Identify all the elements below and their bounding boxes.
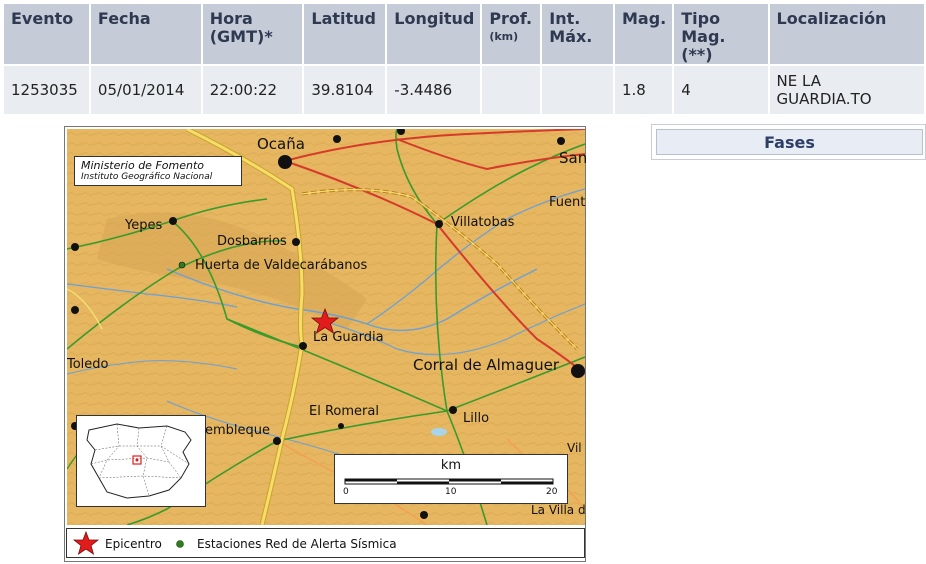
place-san: San	[559, 149, 588, 167]
place-huerta: Huerta de Valdecarábanos	[195, 258, 368, 273]
place-villatobas: Villatobas	[451, 215, 515, 230]
header-longitud: Longitud	[387, 4, 481, 64]
place-lillo: Lillo	[463, 411, 490, 426]
scale-tick-20: 20	[546, 487, 558, 497]
header-fecha: Fecha	[90, 4, 201, 64]
place-dosbarrios: Dosbarrios	[217, 234, 287, 249]
cell-int-max	[542, 66, 613, 114]
spain-inset-map	[76, 415, 206, 507]
header-localizacion: Localización	[769, 4, 924, 64]
place-toledo: Toledo	[67, 357, 109, 372]
event-table: Evento Fecha Hora (GMT)* Latitud Longitud…	[2, 2, 926, 116]
header-tipo-mag: Tipo Mag. (**)	[674, 4, 768, 64]
town-dot-ocana	[278, 155, 292, 169]
map-credit-box: Ministerio de Fomento Instituto Geográfi…	[74, 156, 242, 186]
header-evento: Evento	[4, 4, 89, 64]
scale-tick-10: 10	[445, 487, 457, 497]
table-header-row: Evento Fecha Hora (GMT)* Latitud Longitud…	[4, 4, 924, 64]
place-ocana: Ocaña	[257, 135, 305, 153]
cell-evento: 1253035	[4, 66, 89, 114]
fases-button[interactable]: Fases	[656, 129, 923, 155]
place-vil: Vil	[567, 441, 582, 455]
place-corral: Corral de Almaguer	[413, 356, 560, 374]
cell-latitud: 39.8104	[304, 66, 386, 114]
header-prof: Prof. (km)	[482, 4, 541, 64]
place-yepes: Yepes	[125, 218, 163, 233]
cell-tipo-mag: 4	[674, 66, 768, 114]
cell-fecha: 05/01/2014	[90, 66, 201, 114]
place-la-villa: La Villa d	[531, 503, 586, 517]
scale-bar: km 0 10 20	[334, 454, 568, 504]
place-la-guardia: La Guardia	[313, 330, 384, 345]
fases-panel: Fases	[651, 124, 926, 160]
cell-localizacion: NE LA GUARDIA.TO	[769, 66, 924, 114]
cell-prof	[482, 66, 541, 114]
scale-tick-0: 0	[343, 487, 349, 497]
place-fuente: Fuent	[549, 195, 586, 210]
header-mag: Mag.	[614, 4, 673, 64]
credit-ign: Instituto Geográfico Nacional	[81, 172, 213, 182]
scale-unit: km	[440, 458, 462, 473]
station-dot	[178, 261, 186, 269]
table-row: 1253035 05/01/2014 22:00:22 39.8104 -3.4…	[4, 66, 924, 114]
header-latitud: Latitud	[304, 4, 386, 64]
credit-ministry: Ministerio de Fomento	[81, 159, 204, 172]
header-hora: Hora (GMT)*	[202, 4, 303, 64]
place-tembleque: embleque	[205, 423, 271, 438]
epicentre-star-icon	[73, 531, 99, 555]
cell-mag: 1.8	[614, 66, 673, 114]
place-el-romeral: El Romeral	[309, 404, 379, 419]
station-dot-icon	[176, 540, 184, 548]
legend-estaciones: Estaciones Red de Alerta Sísmica	[197, 537, 397, 551]
cell-longitud: -3.4486	[387, 66, 481, 114]
spain-outline-icon	[86, 423, 192, 499]
legend-epicentro: Epicentro	[105, 537, 162, 551]
cell-hora: 22:00:22	[202, 66, 303, 114]
header-int-max: Int. Máx.	[542, 4, 613, 64]
map-legend: Epicentro Estaciones Red de Alerta Sísmi…	[66, 528, 585, 558]
